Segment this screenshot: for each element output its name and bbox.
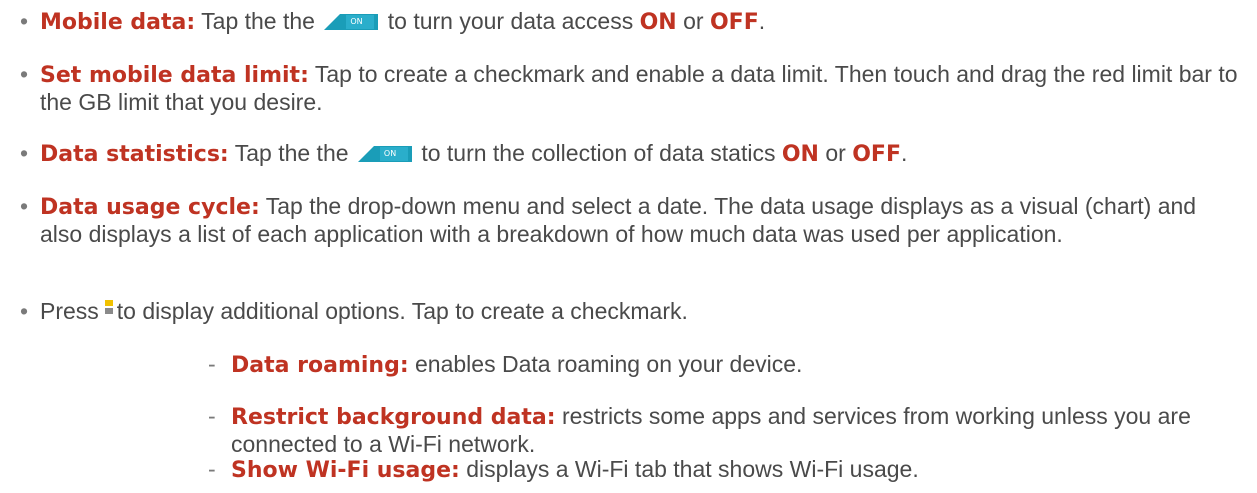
term-data-usage-cycle: Data usage cycle: — [40, 195, 260, 220]
dash: - — [208, 456, 216, 482]
item-text: or — [683, 8, 704, 34]
list-item-mobile-data: • Mobile data: Tap the the ON to turn yo… — [20, 8, 1240, 36]
sub-item-show-wifi-usage: - Show Wi-Fi usage: displays a Wi-Fi tab… — [208, 456, 1238, 484]
keyword-on: ON — [781, 142, 819, 167]
dash: - — [208, 351, 216, 377]
sub-item-text: enables Data roaming on your device. — [415, 351, 803, 377]
term-set-mobile-data-limit: Set mobile data limit: — [40, 63, 309, 88]
list-item-set-mobile-data-limit: • Set mobile data limit: Tap to create a… — [20, 61, 1240, 115]
term-restrict-background-data: Restrict background data: — [231, 405, 556, 430]
dash: - — [208, 403, 216, 429]
toggle-on-label: ON — [383, 149, 397, 158]
sub-item-text: displays a Wi-Fi tab that shows Wi-Fi us… — [466, 456, 919, 482]
item-text: Press — [40, 298, 99, 324]
list-item-data-usage-cycle: • Data usage cycle: Tap the drop-down me… — [20, 193, 1240, 247]
toggle-on-icon: ON — [324, 14, 379, 30]
sub-item-restrict-background-data: - Restrict background data: restricts so… — [208, 403, 1238, 457]
bullet: • — [20, 298, 29, 324]
list-item-data-statistics: • Data statistics: Tap the the ON to tur… — [20, 140, 1240, 168]
item-text: to turn the collection of data statics — [421, 140, 776, 166]
list-item-press-menu: • Press to display additional options. Ta… — [20, 298, 1240, 324]
bullet: • — [20, 193, 29, 219]
sub-item-data-roaming: - Data roaming: enables Data roaming on … — [208, 351, 1238, 379]
term-mobile-data: Mobile data: — [40, 10, 196, 35]
item-text: or — [825, 140, 846, 166]
keyword-on: ON — [639, 10, 677, 35]
term-show-wifi-usage: Show Wi-Fi usage: — [231, 458, 460, 483]
item-text: to display additional options. Tap to cr… — [116, 298, 688, 324]
bullet: • — [20, 61, 29, 87]
item-text: . — [900, 140, 908, 166]
bullet: • — [20, 140, 29, 166]
item-text: Tap the the — [234, 140, 349, 166]
help-page: • Mobile data: Tap the the ON to turn yo… — [0, 0, 1257, 493]
term-data-roaming: Data roaming: — [231, 353, 409, 378]
item-text: . — [758, 8, 766, 34]
toggle-on-icon: ON — [357, 146, 412, 162]
keyword-off: OFF — [709, 10, 759, 35]
toggle-on-label: ON — [350, 17, 363, 26]
term-data-statistics: Data statistics: — [40, 142, 229, 167]
bullet: • — [20, 8, 29, 34]
item-text: to turn your data access — [387, 8, 634, 34]
item-text: Tap the the — [201, 8, 315, 34]
overflow-menu-icon — [104, 300, 113, 322]
keyword-off: OFF — [852, 142, 901, 167]
